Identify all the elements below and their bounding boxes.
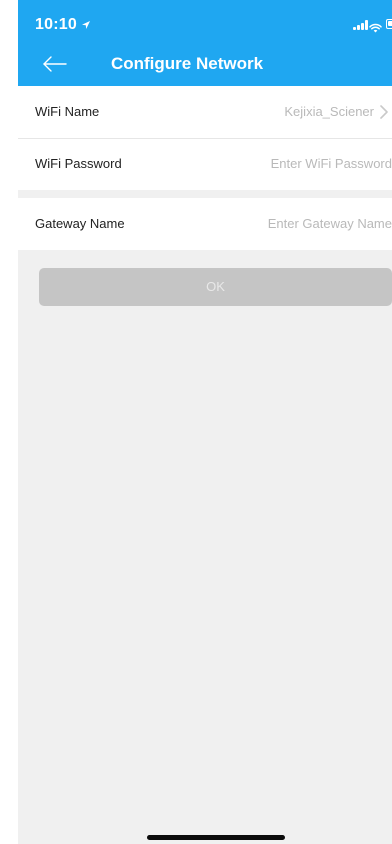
wifi-password-row: WiFi Password Enter WiFi Password [18,138,392,190]
app-screen: 10:10 Configure Network WiFi Name Kejixi… [18,0,392,844]
wifi-name-row[interactable]: WiFi Name Kejixia_Sciener [18,86,392,139]
wifi-password-input[interactable]: Enter WiFi Password [271,138,392,190]
location-arrow-icon [81,17,91,35]
network-settings-section: WiFi Name Kejixia_Sciener WiFi Password … [18,86,392,190]
page-title: Configure Network [110,54,264,73]
wifi-password-label: WiFi Password [35,156,122,171]
cellular-signal-icon [353,20,368,30]
chevron-right-icon [378,104,390,120]
battery-icon [386,19,392,29]
top-bar: 10:10 Configure Network [18,0,392,86]
gateway-name-label: Gateway Name [35,216,125,231]
gateway-settings-section: Gateway Name Enter Gateway Name [18,198,392,250]
wifi-name-value[interactable]: Kejixia_Sciener [284,86,374,138]
gateway-name-input[interactable]: Enter Gateway Name [268,198,392,250]
status-time-label: 10:10 [35,16,77,33]
wifi-icon [369,20,382,33]
wifi-name-label: WiFi Name [35,104,100,119]
ok-button[interactable]: OK [39,268,392,306]
status-time: 10:10 [35,16,91,34]
gateway-name-row: Gateway Name Enter Gateway Name [18,198,392,250]
home-indicator [147,835,285,840]
